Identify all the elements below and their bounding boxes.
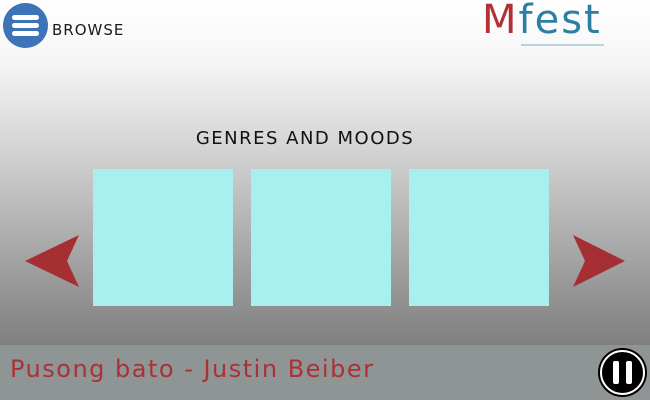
- genre-tile[interactable]: [93, 169, 233, 306]
- pause-button[interactable]: [598, 348, 647, 397]
- previous-arrow-icon[interactable]: [25, 235, 79, 287]
- pause-icon: [626, 361, 632, 384]
- logo-underline: [521, 44, 604, 46]
- menu-button[interactable]: [3, 3, 48, 48]
- next-arrow-icon[interactable]: [573, 235, 625, 287]
- hamburger-icon-bar: [12, 31, 39, 36]
- browse-label[interactable]: BROWSE: [52, 21, 124, 39]
- hamburger-icon-bar: [12, 23, 39, 28]
- section-title: GENRES AND MOODS: [195, 128, 415, 149]
- logo: Mfest: [482, 0, 602, 42]
- logo-rest: fest: [518, 0, 602, 43]
- now-playing-text: Pusong bato - Justin Beiber: [10, 355, 375, 383]
- genre-tile[interactable]: [409, 169, 549, 306]
- hamburger-icon-bar: [12, 15, 39, 20]
- pause-icon: [613, 361, 619, 384]
- genre-tile[interactable]: [251, 169, 391, 306]
- player-bar: Pusong bato - Justin Beiber: [0, 345, 650, 400]
- pause-icon-ring: [600, 350, 645, 395]
- logo-m: M: [482, 0, 519, 43]
